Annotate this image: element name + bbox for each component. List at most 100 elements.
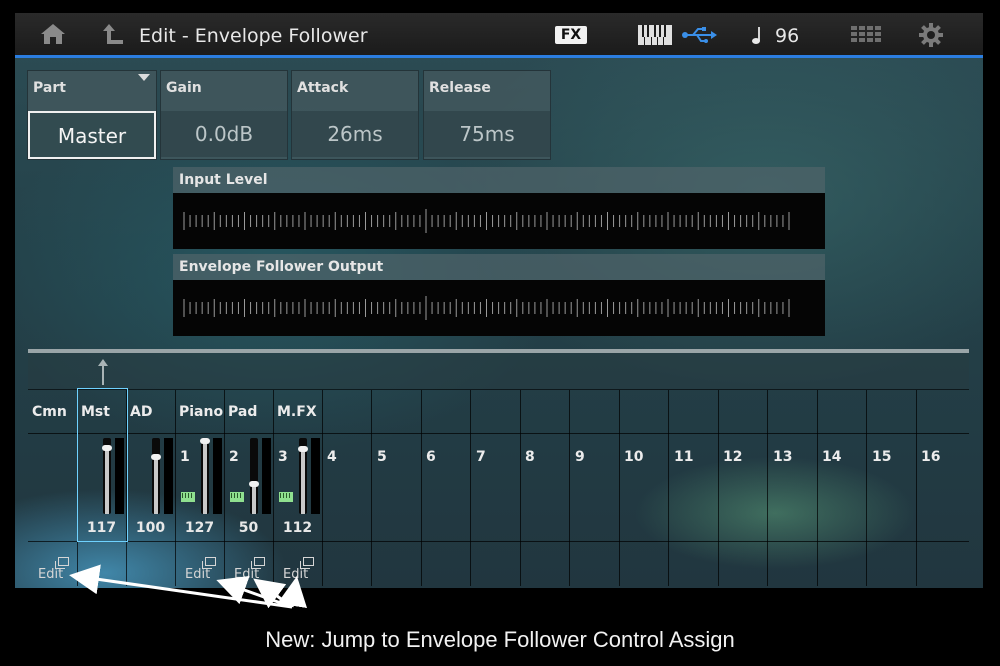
part-grid: Cmn Edit Mst 117 AD 100 Piano 1 127 Edit… xyxy=(28,389,969,586)
part-number: 4 xyxy=(327,449,337,465)
gain-value[interactable]: 0.0dB xyxy=(161,111,287,157)
part-slot[interactable]: 12 xyxy=(718,390,768,586)
part-slot[interactable]: 10 xyxy=(619,390,669,586)
part-number: 13 xyxy=(773,449,793,465)
release-label: Release xyxy=(429,80,491,96)
fx-button[interactable]: FX xyxy=(555,26,587,44)
keyboard-indicator-icon xyxy=(181,492,195,502)
part-number: 16 xyxy=(921,449,941,465)
release-param[interactable]: Release 75ms xyxy=(423,70,551,160)
part-pad[interactable]: Pad 2 50 Edit xyxy=(224,390,274,586)
part-slot[interactable]: 5 xyxy=(372,390,422,586)
edit-label: Edit xyxy=(234,567,260,582)
input-level-meter xyxy=(173,193,825,249)
gain-label: Gain xyxy=(166,80,202,96)
dropdown-arrow-icon xyxy=(138,74,150,81)
part-slot[interactable]: 6 xyxy=(421,390,471,586)
volume-fader[interactable] xyxy=(200,438,210,514)
part-name: Piano xyxy=(179,404,224,420)
volume-fader[interactable] xyxy=(151,438,161,514)
part-name: Pad xyxy=(228,404,258,420)
level-meter xyxy=(213,438,222,514)
level-meter xyxy=(262,438,271,514)
level-meter xyxy=(311,438,320,514)
piano-edit-button[interactable]: Edit xyxy=(175,553,224,585)
part-strip xyxy=(28,353,969,389)
keyboard-icon xyxy=(638,25,672,45)
attack-label: Attack xyxy=(297,80,349,96)
part-number: 15 xyxy=(872,449,892,465)
home-icon[interactable] xyxy=(39,22,67,46)
volume-value: 50 xyxy=(238,520,259,536)
part-slot[interactable]: 11 xyxy=(669,390,719,586)
input-level-panel: Input Level xyxy=(173,167,825,249)
edit-label: Edit xyxy=(38,567,64,582)
up-arrow-icon xyxy=(98,359,108,385)
window-icon xyxy=(251,557,265,569)
volume-fader[interactable] xyxy=(298,438,308,514)
volume-value: 127 xyxy=(184,520,215,536)
grid-icon[interactable] xyxy=(851,26,881,46)
part-number: 5 xyxy=(377,449,387,465)
synth-screen: Edit - Envelope Follower FX 96 Part Mast… xyxy=(15,13,983,588)
window-icon xyxy=(300,557,314,569)
selected-part-highlight xyxy=(77,388,128,542)
keyboard-indicator-icon xyxy=(230,492,244,502)
part-number: 6 xyxy=(426,449,436,465)
cmn-edit-button[interactable]: Edit xyxy=(28,553,77,585)
page-title: Edit - Envelope Follower xyxy=(139,25,368,47)
part-slot[interactable]: 8 xyxy=(520,390,570,586)
input-level-ticks xyxy=(183,209,790,233)
part-number: 10 xyxy=(624,449,644,465)
input-level-label: Input Level xyxy=(173,167,825,193)
part-value[interactable]: Master xyxy=(28,111,156,159)
keyboard-indicator-icon xyxy=(279,492,293,502)
window-icon xyxy=(202,557,216,569)
envelope-output-ticks xyxy=(183,296,790,320)
part-slot[interactable]: 7 xyxy=(471,390,521,586)
mfx-edit-button[interactable]: Edit xyxy=(273,553,322,585)
part-mfx[interactable]: M.FX 3 112 Edit xyxy=(273,390,323,586)
part-name: M.FX xyxy=(277,404,317,420)
attack-value[interactable]: 26ms xyxy=(292,111,418,157)
part-name: AD xyxy=(130,404,153,420)
part-ad[interactable]: AD 100 xyxy=(126,390,176,586)
part-slot[interactable]: 9 xyxy=(570,390,620,586)
annotation-caption: New: Jump to Envelope Follower Control A… xyxy=(265,627,735,652)
part-number: 14 xyxy=(822,449,842,465)
envelope-output-label: Envelope Follower Output xyxy=(173,254,825,280)
part-slot[interactable]: 15 xyxy=(867,390,917,586)
part-slot[interactable]: 13 xyxy=(768,390,818,586)
part-slot[interactable]: 14 xyxy=(817,390,867,586)
volume-fader[interactable] xyxy=(249,438,259,514)
part-number: 1 xyxy=(180,449,190,465)
part-slot[interactable]: 16 xyxy=(916,390,968,586)
envelope-output-panel: Envelope Follower Output xyxy=(173,254,825,336)
release-value[interactable]: 75ms xyxy=(424,111,550,157)
edit-label: Edit xyxy=(283,567,309,582)
part-number: 7 xyxy=(476,449,486,465)
volume-value: 112 xyxy=(282,520,313,536)
gear-icon[interactable] xyxy=(919,23,943,47)
tempo-value[interactable]: 96 xyxy=(775,25,799,47)
part-param[interactable]: Part Master xyxy=(27,70,157,160)
top-bar: Edit - Envelope Follower FX 96 xyxy=(15,13,983,58)
part-number: 2 xyxy=(229,449,239,465)
part-name: Cmn xyxy=(32,404,67,420)
volume-value: 100 xyxy=(135,520,166,536)
note-icon xyxy=(752,27,760,44)
part-number: 12 xyxy=(723,449,743,465)
level-meter xyxy=(164,438,173,514)
part-number: 8 xyxy=(525,449,535,465)
attack-param[interactable]: Attack 26ms xyxy=(291,70,419,160)
part-piano[interactable]: Piano 1 127 Edit xyxy=(175,390,225,586)
envelope-output-meter xyxy=(173,280,825,336)
window-icon xyxy=(55,557,69,569)
back-arrow-icon[interactable] xyxy=(101,22,127,46)
part-number: 11 xyxy=(674,449,694,465)
gain-param[interactable]: Gain 0.0dB xyxy=(160,70,288,160)
part-slot[interactable]: 4 xyxy=(322,390,372,586)
part-cmn[interactable]: Cmn Edit xyxy=(28,390,78,586)
part-label: Part xyxy=(33,80,66,96)
pad-edit-button[interactable]: Edit xyxy=(224,553,273,585)
